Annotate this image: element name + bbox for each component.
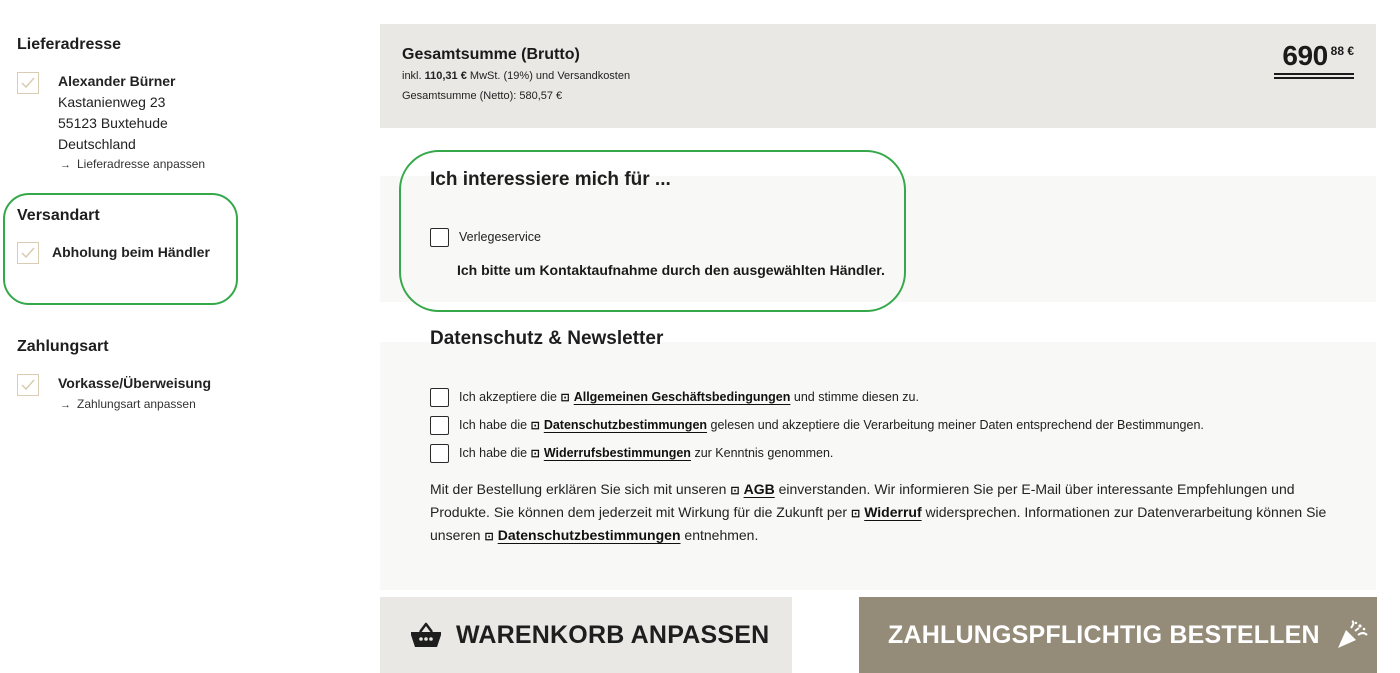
delivery-adjust-link[interactable]: → Lieferadresse anpassen (60, 157, 205, 171)
dsgvo-post: gelesen und akzeptiere die Verarbeitung … (710, 418, 1204, 432)
delivery-adjust-label: Lieferadresse anpassen (77, 157, 206, 171)
total-title: Gesamtsumme (Brutto) (402, 46, 580, 63)
external-link-icon: ⊡ (484, 531, 494, 543)
dsgvo-link-text: Datenschutzbestimmungen (543, 418, 708, 432)
agb-inline-link[interactable]: ⊡ AGB (730, 481, 774, 497)
agb-link-text: Allgemeinen Geschäftsbedingungen (573, 390, 791, 404)
widerruf-link[interactable]: ⊡ Widerrufsbestimmungen (531, 446, 691, 460)
widerruf-pre: Ich habe die (459, 446, 528, 460)
interest-title: Ich interessiere mich für ... (430, 169, 671, 190)
price-underline (1274, 73, 1354, 75)
basket-icon (410, 622, 442, 648)
payment-adjust-link[interactable]: → Zahlungsart anpassen (60, 397, 196, 411)
total-summary: Gesamtsumme (Brutto) inkl. 110,31 € MwSt… (380, 24, 1376, 128)
delivery-country: Deutschland (58, 136, 136, 152)
verlegeservice-label: Verlegeservice (459, 230, 541, 244)
external-link-icon: ⊡ (850, 508, 861, 520)
agb-inline-text: AGB (743, 481, 775, 497)
widerruf-inline-text: Widerruf (864, 504, 922, 520)
widerruf-checkbox[interactable] (430, 444, 449, 463)
party-popper-icon (1336, 620, 1368, 650)
arrow-right-icon: → (60, 159, 71, 171)
price-cents: 88 € (1330, 43, 1354, 58)
shipping-method: Abholung beim Händler (52, 244, 210, 260)
external-link-icon: ⊡ (530, 448, 540, 460)
total-vat-line: inkl. 110,31 € MwSt. (19%) und Versandko… (402, 70, 630, 82)
datenschutz-link[interactable]: ⊡ Datenschutzbestimmungen (531, 418, 707, 432)
consent-paragraph: Mit der Bestellung erklären Sie sich mit… (430, 479, 1330, 548)
payment-method: Vorkasse/Überweisung (58, 375, 212, 391)
payment-check-icon (17, 374, 39, 396)
delivery-name: Alexander Bürner (58, 73, 176, 89)
datenschutz-checkbox[interactable] (430, 416, 449, 435)
external-link-icon: ⊡ (560, 392, 570, 404)
shipping-title: Versandart (17, 207, 100, 224)
delivery-street: Kastanienweg 23 (58, 94, 166, 110)
interest-note: Ich bitte um Kontaktaufnahme durch den a… (457, 262, 885, 278)
delivery-address: Alexander Bürner Kastanienweg 23 55123 B… (58, 71, 175, 155)
delivery-title: Lieferadresse (17, 36, 122, 53)
payment-title: Zahlungsart (17, 338, 109, 355)
price-main: 690 (1282, 40, 1328, 71)
datenschutz-label: Ich habe die ⊡ Datenschutzbestimmungen ge… (459, 418, 1204, 432)
price-underline-2 (1274, 77, 1354, 79)
total-price: 690 88 € (1274, 40, 1354, 79)
order-button-label: ZAHLUNGSPFLICHTIG BESTELLEN (888, 620, 1320, 649)
agb-post: und stimme diesen zu. (793, 390, 919, 404)
datenschutz-inline-text: Datenschutzbestimmungen (497, 527, 681, 543)
dsgvo-pre: Ich habe die (459, 418, 528, 432)
para-text-4: entnehmen. (684, 527, 759, 543)
vat-suffix: MwSt. (19%) und Versandkosten (469, 70, 631, 82)
vat-amount: 110,31 € (424, 70, 467, 82)
privacy-panel: Datenschutz & Newsletter Ich akzeptiere … (380, 328, 1376, 590)
verlegeservice-checkbox[interactable] (430, 228, 449, 247)
shipping-check-icon (17, 242, 39, 264)
privacy-title: Datenschutz & Newsletter (430, 328, 664, 349)
datenschutz-inline-link[interactable]: ⊡ Datenschutzbestimmungen (484, 527, 680, 543)
para-text-1: Mit der Bestellung erklären Sie sich mit… (430, 481, 727, 497)
basket-adjust-button[interactable]: WARENKORB ANPASSEN (380, 597, 792, 673)
order-button[interactable]: ZAHLUNGSPFLICHTIG BESTELLEN (859, 597, 1377, 673)
widerruf-inline-link[interactable]: ⊡ Widerruf (851, 504, 922, 520)
vat-prefix: inkl. (402, 70, 422, 82)
widerruf-link-text: Widerrufsbestimmungen (543, 446, 691, 460)
interest-panel: Ich interessiere mich für ... Verlegeser… (380, 169, 1376, 302)
arrow-right-icon: → (60, 399, 71, 411)
widerruf-label: Ich habe die ⊡ Widerrufsbestimmungen zur … (459, 446, 833, 460)
agb-checkbox[interactable] (430, 388, 449, 407)
delivery-check-icon (17, 72, 39, 94)
total-net: Gesamtsumme (Netto): 580,57 € (402, 90, 563, 102)
agb-link[interactable]: ⊡ Allgemeinen Geschäftsbedingungen (560, 390, 790, 404)
agb-pre: Ich akzeptiere die (459, 390, 557, 404)
delivery-city: 55123 Buxtehude (58, 115, 168, 131)
external-link-icon: ⊡ (530, 420, 540, 432)
widerruf-post: zur Kenntnis genommen. (694, 446, 834, 460)
basket-button-label: WARENKORB ANPASSEN (456, 620, 770, 649)
payment-adjust-label: Zahlungsart anpassen (77, 397, 196, 411)
external-link-icon: ⊡ (730, 485, 740, 497)
agb-label: Ich akzeptiere die ⊡ Allgemeinen Geschäft… (459, 390, 919, 404)
